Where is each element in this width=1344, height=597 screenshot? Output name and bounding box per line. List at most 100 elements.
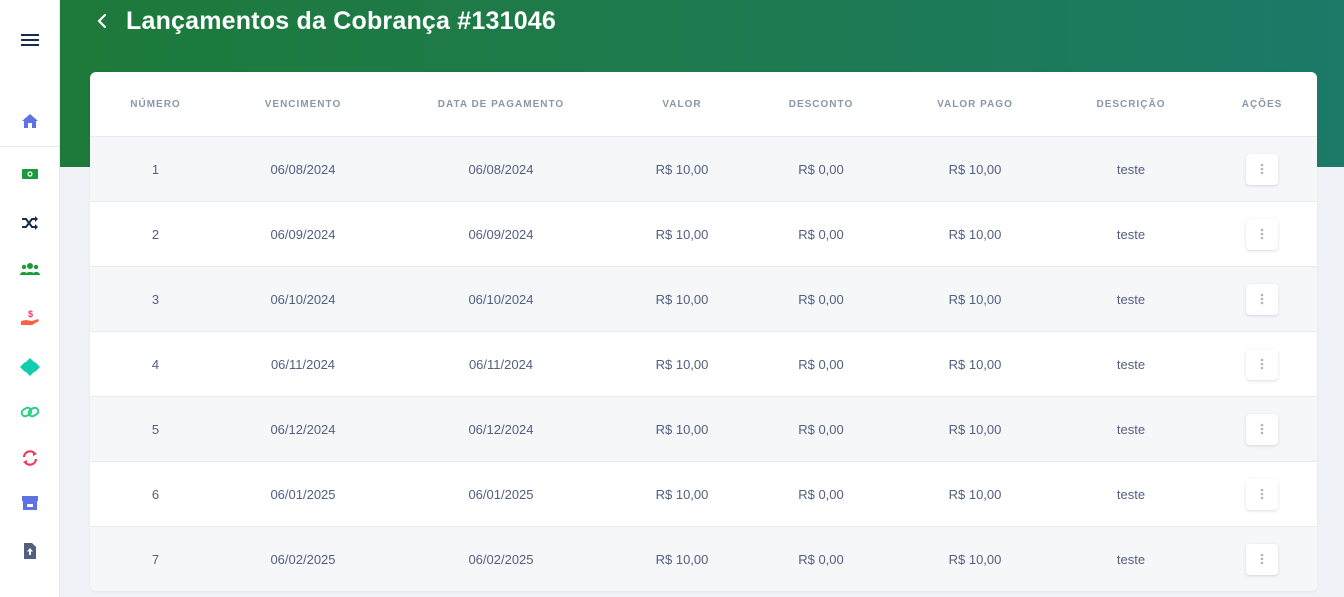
row-actions-button[interactable] [1246,478,1278,510]
cell-valor: R$ 10,00 [655,161,709,177]
table-row: 3 06/10/2024 06/10/2024 R$ 10,00 R$ 0,00… [90,267,1317,332]
cell-descricao: teste [1116,421,1146,437]
sidebar-item-store[interactable] [0,488,60,518]
cell-desconto: R$ 0,00 [798,161,844,177]
cell-valor: R$ 10,00 [655,356,709,372]
pix-diamond-icon [20,358,40,376]
row-actions-button[interactable] [1246,153,1278,185]
cell-desconto: R$ 0,00 [798,356,844,372]
vertical-ellipsis-icon [1260,163,1264,175]
cell-vencimento: 06/10/2024 [270,291,336,307]
shuffle-icon [22,216,38,230]
cell-numero: 4 [151,356,160,372]
table-row: 4 06/11/2024 06/11/2024 R$ 10,00 R$ 0,00… [90,332,1317,397]
chevron-left-icon [97,13,107,29]
cell-numero: 7 [151,551,160,567]
cell-valor-pago: R$ 10,00 [948,161,1002,177]
cell-numero: 3 [151,291,160,307]
column-header-descricao: DESCRIÇÃO [1096,98,1166,110]
cell-descricao: teste [1116,291,1146,307]
row-actions-button[interactable] [1246,218,1278,250]
sync-icon [22,450,38,466]
cell-descricao: teste [1116,551,1146,567]
cell-data-pagamento: 06/08/2024 [468,161,534,177]
cell-acoes [1207,348,1317,380]
cell-valor-pago: R$ 10,00 [948,486,1002,502]
sidebar-item-recurring[interactable] [0,443,60,473]
sidebar-item-users[interactable] [0,254,60,284]
cell-descricao: teste [1116,226,1146,242]
cell-desconto: R$ 0,00 [798,291,844,307]
sidebar-item-home[interactable] [0,106,60,136]
sidebar-divider [0,146,60,147]
table-body: 1 06/08/2024 06/08/2024 R$ 10,00 R$ 0,00… [90,137,1317,591]
cell-acoes [1207,283,1317,315]
cell-desconto: R$ 0,00 [798,486,844,502]
sidebar-item-pix[interactable] [0,352,60,382]
money-bill-icon [22,169,38,179]
hand-dollar-icon: $ [21,309,39,325]
cell-descricao: teste [1116,161,1146,177]
vertical-ellipsis-icon [1260,358,1264,370]
column-header-acoes: AÇÕES [1241,98,1283,110]
cell-valor: R$ 10,00 [655,551,709,567]
table-header: NÚMERO VENCIMENTO DATA DE PAGAMENTO VALO… [90,72,1317,137]
column-header-valor-pago: VALOR PAGO [937,98,1013,110]
sidebar-item-money[interactable] [0,159,60,189]
cell-data-pagamento: 06/10/2024 [468,291,534,307]
vertical-ellipsis-icon [1260,293,1264,305]
store-icon [22,496,38,510]
sidebar-item-receive-payment[interactable]: $ [0,303,60,333]
cell-vencimento: 06/01/2025 [270,486,336,502]
table-row: 1 06/08/2024 06/08/2024 R$ 10,00 R$ 0,00… [90,137,1317,202]
users-icon [20,263,40,275]
sidebar-item-upload-file[interactable] [0,536,60,566]
cell-valor-pago: R$ 10,00 [948,291,1002,307]
cell-valor-pago: R$ 10,00 [948,551,1002,567]
cell-valor-pago: R$ 10,00 [948,226,1002,242]
menu-toggle-button[interactable] [0,0,60,80]
cell-valor: R$ 10,00 [655,421,709,437]
cell-vencimento: 06/09/2024 [270,226,336,242]
cell-numero: 6 [151,486,160,502]
vertical-ellipsis-icon [1260,423,1264,435]
cell-data-pagamento: 06/01/2025 [468,486,534,502]
row-actions-button[interactable] [1246,348,1278,380]
sidebar-item-link[interactable] [0,397,60,427]
cell-descricao: teste [1116,486,1146,502]
row-actions-button[interactable] [1246,543,1278,575]
svg-text:$: $ [28,309,33,319]
file-upload-icon [24,543,36,559]
cell-acoes [1207,413,1317,445]
cell-acoes [1207,478,1317,510]
column-header-desconto: DESCONTO [788,98,854,110]
cell-data-pagamento: 06/09/2024 [468,226,534,242]
cell-acoes [1207,218,1317,250]
vertical-ellipsis-icon [1260,488,1264,500]
sidebar: $ [0,0,60,597]
home-icon [22,114,38,128]
vertical-ellipsis-icon [1260,553,1264,565]
cell-valor-pago: R$ 10,00 [948,356,1002,372]
cell-valor: R$ 10,00 [655,226,709,242]
cell-numero: 5 [151,421,160,437]
cell-valor-pago: R$ 10,00 [948,421,1002,437]
cell-numero: 2 [151,226,160,242]
table-row: 7 06/02/2025 06/02/2025 R$ 10,00 R$ 0,00… [90,527,1317,591]
cell-desconto: R$ 0,00 [798,551,844,567]
cell-acoes [1207,153,1317,185]
sidebar-item-shuffle[interactable] [0,208,60,238]
link-icon [20,406,40,418]
cell-valor: R$ 10,00 [655,486,709,502]
cell-desconto: R$ 0,00 [798,226,844,242]
cell-valor: R$ 10,00 [655,291,709,307]
table-row: 6 06/01/2025 06/01/2025 R$ 10,00 R$ 0,00… [90,462,1317,527]
cell-desconto: R$ 0,00 [798,421,844,437]
row-actions-button[interactable] [1246,413,1278,445]
back-button[interactable] [92,11,112,31]
row-actions-button[interactable] [1246,283,1278,315]
cell-data-pagamento: 06/02/2025 [468,551,534,567]
cell-acoes [1207,543,1317,575]
hamburger-menu-icon [21,34,39,46]
cell-numero: 1 [151,161,160,177]
